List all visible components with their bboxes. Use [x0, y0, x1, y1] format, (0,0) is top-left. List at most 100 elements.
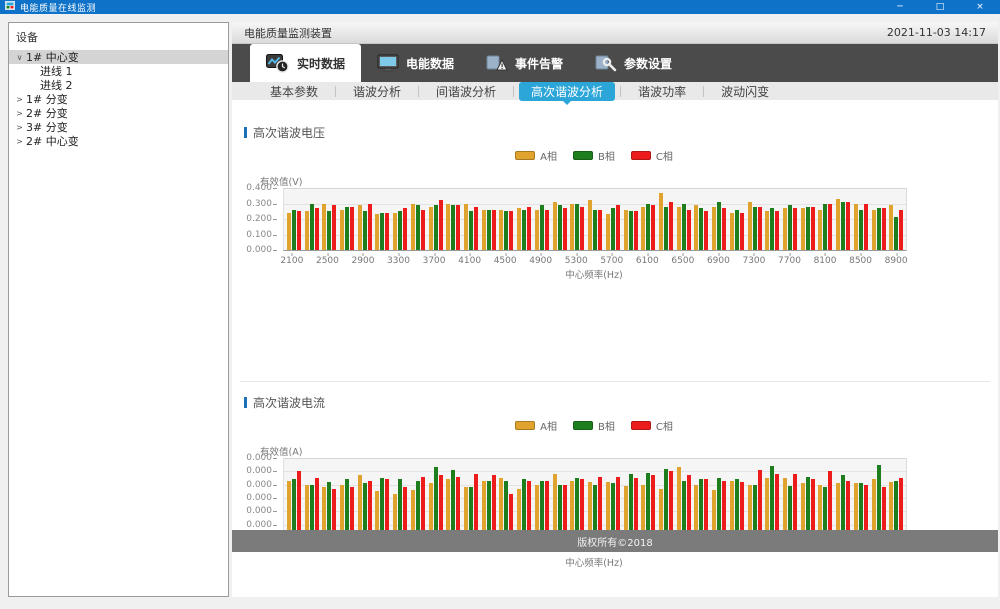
bar-phase-a [429, 207, 433, 250]
plot-area [283, 458, 907, 539]
y-tick-label: 0.000 [246, 245, 272, 255]
bar-phase-c [598, 477, 602, 538]
bar-group [374, 188, 392, 250]
bar-phase-a [801, 208, 805, 250]
tab-realtime-data[interactable]: 实时数据 [250, 44, 361, 82]
bar-phase-a [889, 205, 893, 250]
maximize-button[interactable]: □ [920, 0, 960, 14]
legend-label: B相 [598, 148, 615, 163]
bar-group [356, 188, 374, 250]
window-controls: ─□× [880, 0, 1000, 14]
chevron-down-icon[interactable]: ∨ [13, 53, 26, 62]
tab-event-alarm[interactable]: 事件告警 [470, 44, 579, 82]
y-tick-label: 0.000 [246, 466, 272, 476]
bar-phase-b [682, 204, 686, 251]
x-tick-label: 6900 [707, 253, 730, 266]
bar-phase-b [823, 204, 827, 251]
bar-group [728, 458, 746, 538]
subtab-harmonic-analysis[interactable]: 谐波分析 [341, 82, 413, 101]
bar-phase-b [806, 207, 810, 250]
bar-phase-c [758, 207, 762, 250]
y-tick-label: 0.000 [246, 506, 272, 516]
x-tick-label: 4500 [494, 253, 517, 266]
bar-group [409, 188, 427, 250]
bar-group [533, 188, 551, 250]
bar-group [462, 458, 480, 538]
bar-group [444, 188, 462, 250]
tree-item[interactable]: 进线 2 [9, 78, 228, 92]
chevron-right-icon[interactable]: > [13, 137, 26, 146]
bar-group [320, 188, 338, 250]
bar-group [799, 188, 817, 250]
tab-parameter-settings[interactable]: 参数设置 [579, 44, 688, 82]
chevron-right-icon[interactable]: > [13, 109, 26, 118]
bar-phase-a [588, 200, 592, 250]
chevron-right-icon[interactable]: > [13, 123, 26, 132]
bar-phase-b [877, 208, 881, 250]
bar-phase-a [287, 213, 291, 250]
legend-item-phase-c[interactable]: C相 [631, 148, 673, 163]
bar-group [870, 458, 888, 538]
tree-item[interactable]: >1# 分变 [9, 92, 228, 106]
bar-phase-a [712, 207, 716, 250]
bar-phase-a [872, 210, 876, 250]
bar-phase-b [788, 205, 792, 250]
bar-phase-c [882, 208, 886, 250]
bar-phase-a [570, 204, 574, 251]
subtabbar: 基本参数谐波分析间谐波分析高次谐波分析谐波功率波动闪变 [232, 82, 998, 100]
bar-group [409, 458, 427, 538]
bar-group [285, 458, 303, 538]
tree-item[interactable]: 进线 1 [9, 64, 228, 78]
tab-energy-data[interactable]: 电能数据 [361, 44, 470, 82]
legend-item-phase-a[interactable]: A相 [515, 148, 557, 163]
tree-item[interactable]: >3# 分变 [9, 120, 228, 134]
bar-phase-b [735, 210, 739, 250]
x-tick-label: 5300 [565, 253, 588, 266]
bar-phase-b [558, 205, 562, 250]
tab-label: 参数设置 [624, 55, 672, 72]
subtab-flicker[interactable]: 波动闪变 [709, 82, 781, 101]
chart-title: 高次谐波电流 [253, 394, 325, 411]
x-tick-label: 2900 [352, 253, 375, 266]
chevron-right-icon[interactable]: > [13, 95, 26, 104]
close-button[interactable]: × [960, 0, 1000, 14]
tree-item[interactable]: ∨1# 中心变 [9, 50, 228, 64]
bar-phase-b [770, 466, 774, 538]
bar-phase-b [664, 469, 668, 538]
bar-group [303, 188, 321, 250]
bar-phase-a [375, 214, 379, 250]
bar-phase-c [368, 204, 372, 251]
legend-item-phase-c[interactable]: C相 [631, 418, 673, 433]
bar-phase-b [646, 204, 650, 251]
subtab-interharmonic-analysis[interactable]: 间谐波分析 [424, 82, 508, 101]
subtab-high-order-harmonic-analysis[interactable]: 高次谐波分析 [519, 82, 615, 101]
x-tick-label: 6100 [636, 253, 659, 266]
tree-item[interactable]: >2# 中心变 [9, 134, 228, 148]
chart-title: 高次谐波电压 [253, 124, 325, 141]
bar-group [338, 188, 356, 250]
bar-group [710, 188, 728, 250]
chart-legend: A相 B相 C相 [283, 148, 905, 163]
bar-group [870, 188, 888, 250]
legend-item-phase-a[interactable]: A相 [515, 418, 557, 433]
bar-group [462, 188, 480, 250]
legend-item-phase-b[interactable]: B相 [573, 148, 615, 163]
tree-item[interactable]: >2# 分变 [9, 106, 228, 120]
legend-label: C相 [656, 148, 673, 163]
subtab-basic-params[interactable]: 基本参数 [258, 82, 330, 101]
y-tick-label: 0.400 [246, 183, 272, 193]
subtab-harmonic-power[interactable]: 谐波功率 [626, 82, 698, 101]
bar-phase-c [864, 204, 868, 251]
bar-phase-b [363, 211, 367, 250]
minimize-button[interactable]: ─ [880, 0, 920, 14]
bar-group [834, 458, 852, 538]
bar-group [639, 188, 657, 250]
bar-phase-b [310, 204, 314, 251]
bar-group [480, 188, 498, 250]
main-content: 电能质量监测装置 2021-11-03 14:17 实时数据电能数据事件告警 参数… [232, 22, 998, 597]
bar-phase-b [451, 205, 455, 250]
device-header: 电能质量监测装置 2021-11-03 14:17 [232, 22, 998, 44]
bar-phase-c [669, 471, 673, 538]
x-tick-label: 8900 [885, 253, 908, 266]
legend-item-phase-b[interactable]: B相 [573, 418, 615, 433]
